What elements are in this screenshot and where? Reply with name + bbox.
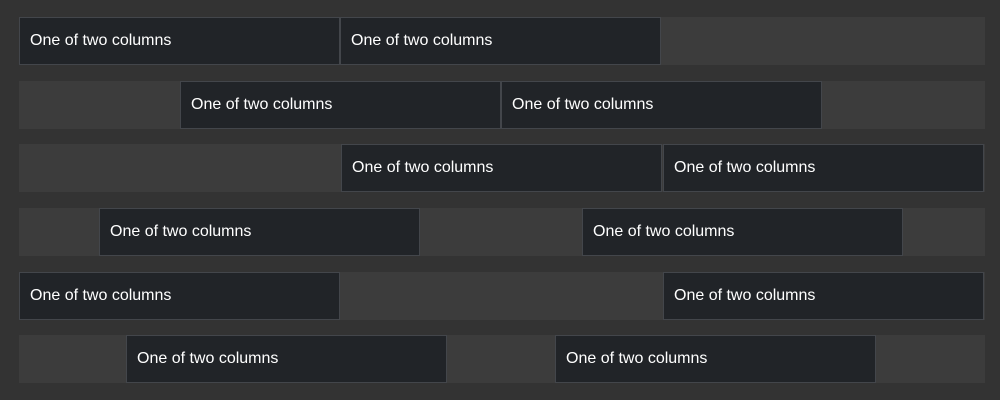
grid-column: One of two columns: [126, 335, 447, 383]
grid-column: One of two columns: [19, 272, 340, 320]
grid-column: One of two columns: [99, 208, 420, 256]
grid-row-space-evenly: One of two columns One of two columns: [19, 335, 985, 383]
grid-column: One of two columns: [663, 272, 984, 320]
grid-demo-container: One of two columns One of two columns On…: [0, 0, 1000, 400]
grid-row-center-aligned: One of two columns One of two columns: [19, 81, 985, 129]
grid-column: One of two columns: [663, 144, 984, 192]
grid-column: One of two columns: [19, 17, 340, 65]
grid-column: One of two columns: [501, 81, 822, 129]
grid-column: One of two columns: [340, 17, 661, 65]
grid-row-end-aligned: One of two columns One of two columns: [19, 144, 985, 192]
grid-column: One of two columns: [180, 81, 501, 129]
grid-column: One of two columns: [341, 144, 662, 192]
grid-column: One of two columns: [582, 208, 903, 256]
grid-row-space-between: One of two columns One of two columns: [19, 272, 985, 320]
grid-column: One of two columns: [555, 335, 876, 383]
grid-row-start-aligned: One of two columns One of two columns: [19, 17, 985, 65]
grid-row-space-around: One of two columns One of two columns: [19, 208, 985, 256]
